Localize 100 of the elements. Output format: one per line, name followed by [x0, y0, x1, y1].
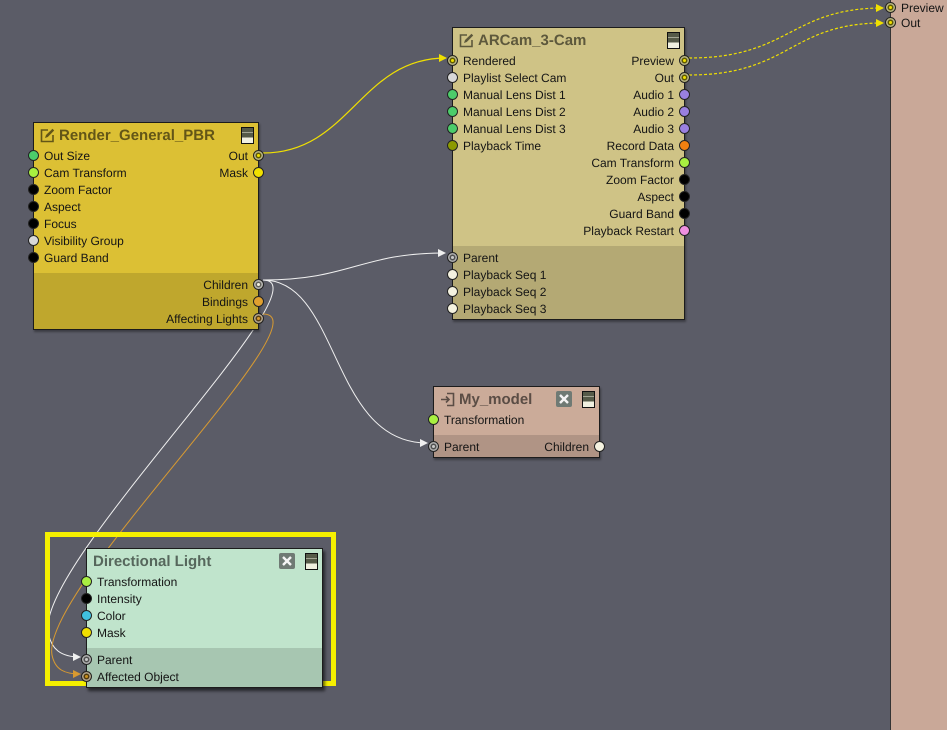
port-label: Playback Seq 1 [463, 268, 546, 282]
port-dot[interactable] [28, 201, 39, 212]
node-card[interactable]: Render_General_PBR Out Size Cam Transform Zoom Factor Aspect Focus Visibility Group Guard Band Out Mask Children Bindings Affecting Lights [27, 122, 265, 330]
port-label: Color [97, 608, 126, 622]
edit-icon[interactable] [459, 32, 474, 48]
port-dot[interactable] [679, 157, 690, 168]
port-label: Audio 1 [633, 88, 674, 102]
close-icon[interactable] [556, 391, 572, 407]
port-label: Zoom Factor [44, 182, 112, 196]
port-dot[interactable] [447, 269, 458, 280]
port-label: Cam Transform [591, 156, 674, 170]
port-dot[interactable] [885, 17, 896, 28]
port-dot[interactable] [447, 72, 458, 83]
port-dot[interactable] [28, 167, 39, 178]
port-label: Mask [219, 166, 248, 180]
port-dot[interactable] [81, 654, 92, 665]
node-title: Render_General_PBR [59, 126, 216, 144]
port-dot[interactable] [679, 106, 690, 117]
port-label: Children [203, 278, 248, 292]
port-label: Playback Time [463, 138, 542, 152]
port-dot[interactable] [28, 150, 39, 161]
port-label: Playback Seq 3 [463, 302, 546, 316]
port-label: Parent [463, 250, 498, 264]
port-dot[interactable] [28, 184, 39, 195]
port-dot[interactable] [81, 627, 92, 638]
port-label: Manual Lens Dist 1 [463, 88, 566, 102]
port-dot[interactable] [81, 610, 92, 621]
port-dot[interactable] [679, 72, 690, 83]
port-label: Parent [444, 440, 480, 454]
port-dot[interactable] [447, 303, 458, 314]
port-label: Out [228, 148, 248, 162]
port-dot[interactable] [679, 208, 690, 219]
port-label: Transformation [97, 574, 178, 588]
port-dot[interactable] [679, 225, 690, 236]
port-label: Aspect [44, 200, 81, 214]
port-dot[interactable] [253, 167, 264, 178]
port-label: Out [901, 16, 920, 30]
port-dot[interactable] [81, 576, 92, 587]
port-label: Out [654, 70, 674, 84]
port-dot[interactable] [447, 252, 458, 263]
port-dot[interactable] [253, 279, 264, 290]
node-title: Directional Light [93, 552, 212, 570]
port-dot[interactable] [28, 235, 39, 246]
port-label: Playback Restart [583, 224, 674, 238]
collapse-icon[interactable] [667, 32, 680, 48]
port-dot[interactable] [28, 252, 39, 263]
port-dot[interactable] [594, 441, 605, 452]
collapse-icon[interactable] [305, 552, 318, 570]
port-label: Aspect [637, 190, 674, 204]
port-dot[interactable] [428, 441, 439, 452]
port-dot[interactable] [679, 140, 690, 151]
port-dot[interactable] [679, 191, 690, 202]
port-label: Audio 3 [633, 122, 674, 136]
port-label: Affecting Lights [166, 312, 248, 326]
port-dot[interactable] [428, 414, 439, 425]
port-label: Guard Band [44, 250, 109, 264]
port-dot[interactable] [447, 286, 458, 297]
port-dot[interactable] [447, 123, 458, 134]
port-label: Mask [97, 626, 126, 640]
port-label: Audio 2 [633, 104, 674, 118]
port-label: Cam Transform [44, 166, 127, 180]
close-icon[interactable] [279, 553, 295, 569]
port-dot[interactable] [679, 174, 690, 185]
port-label: Manual Lens Dist 2 [463, 104, 566, 118]
edit-icon[interactable] [40, 128, 55, 142]
port-dot[interactable] [679, 89, 690, 100]
port-label: Preview [901, 0, 944, 14]
port-label: Focus [44, 216, 77, 230]
port-dot[interactable] [447, 89, 458, 100]
port-dot[interactable] [679, 123, 690, 134]
port-dot[interactable] [81, 671, 92, 682]
port-dot[interactable] [679, 55, 690, 66]
port-label: Affected Object [97, 670, 179, 684]
port-label: Parent [97, 652, 132, 666]
port-label: Children [544, 440, 589, 454]
port-dot[interactable] [81, 593, 92, 604]
port-label: Bindings [202, 294, 248, 308]
port-dot[interactable] [447, 106, 458, 117]
port-dot[interactable] [447, 55, 458, 66]
port-label: Visibility Group [44, 234, 124, 248]
port-label: Transformation [444, 412, 524, 426]
port-label: Manual Lens Dist 3 [463, 122, 566, 136]
port-dot[interactable] [253, 150, 264, 161]
port-dot[interactable] [253, 296, 264, 307]
import-icon[interactable] [440, 392, 455, 406]
port-dot[interactable] [28, 218, 39, 229]
port-label: Preview [631, 54, 674, 68]
port-label: Record Data [606, 138, 674, 152]
port-dot[interactable] [447, 140, 458, 151]
port-label: Playlist Select Cam [463, 70, 566, 84]
node-title: ARCam_3-Cam [478, 32, 588, 48]
collapse-icon[interactable] [582, 390, 595, 408]
node-title: My_model [459, 390, 534, 408]
port-label: Rendered [463, 54, 516, 68]
port-label: Zoom Factor [606, 172, 674, 186]
node-card[interactable]: My_model Transformation Parent Children [427, 386, 606, 458]
port-dot[interactable] [253, 313, 264, 324]
port-dot[interactable] [885, 2, 896, 13]
port-label: Guard Band [609, 206, 674, 220]
collapse-icon[interactable] [241, 126, 254, 144]
